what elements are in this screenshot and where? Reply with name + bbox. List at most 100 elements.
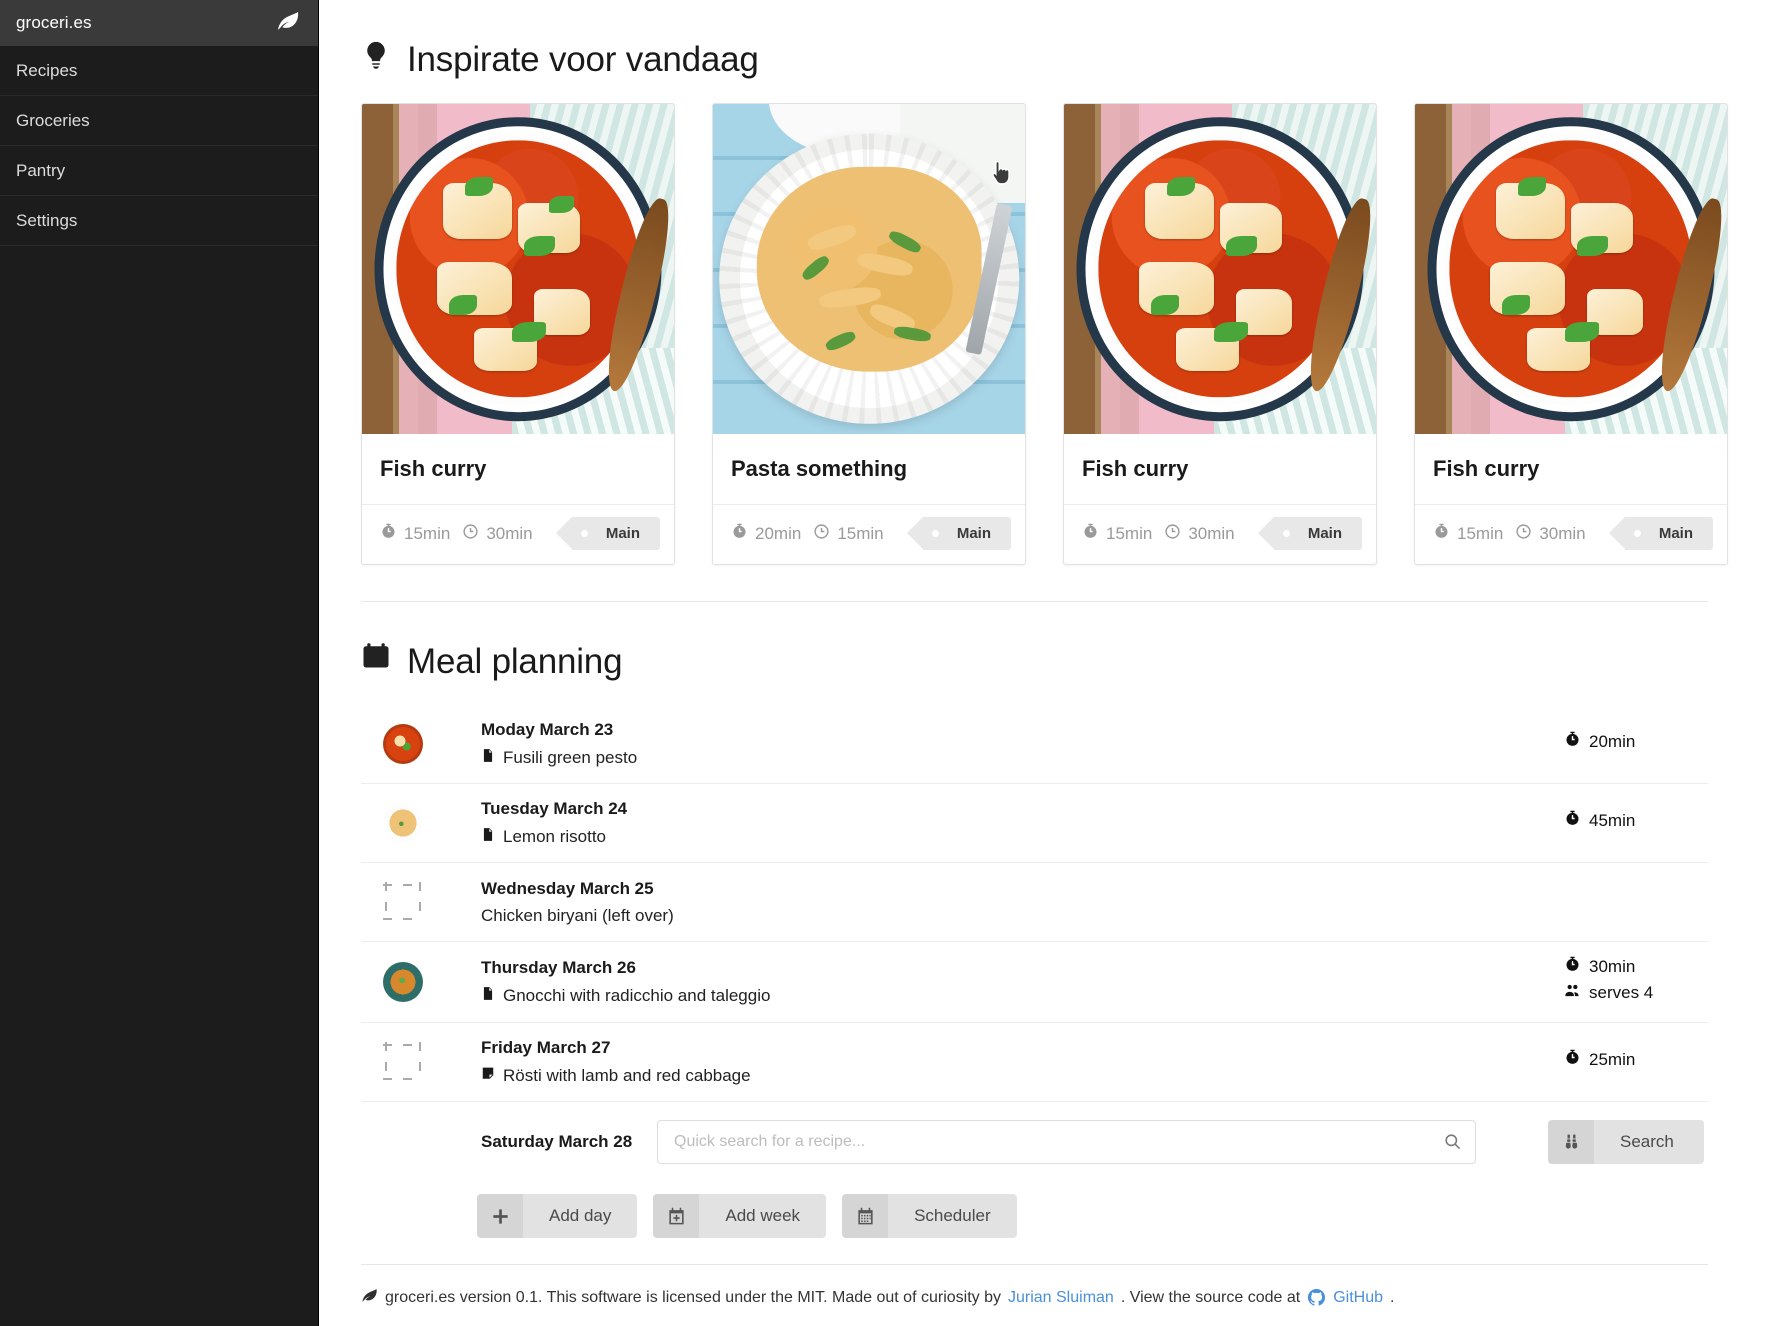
cook-time: 30min [1515, 523, 1586, 545]
app-root: groceri.es Recipes Groceries Pantry Sett… [0, 0, 1768, 1326]
inspiration-heading: Inspirate voor vandaag [361, 38, 1728, 81]
meal-thumbnail-placeholder [383, 882, 423, 922]
recipe-image [713, 104, 1025, 434]
meal-recipe-label: Gnocchi with radicchio and taleggio [503, 985, 771, 1005]
status-badge: Main [1257, 517, 1362, 550]
stopwatch-icon [1082, 523, 1099, 545]
meal-time: 45min [1564, 810, 1704, 832]
sidebar-item-label: Pantry [16, 160, 66, 180]
prep-time-value: 20min [755, 523, 802, 543]
search-input[interactable] [657, 1120, 1476, 1164]
meal-time-value: 20min [1589, 732, 1636, 751]
document-icon [481, 747, 495, 769]
meal-planning-title: Meal planning [407, 641, 623, 681]
stopwatch-icon [380, 523, 397, 545]
meal-thumbnail [383, 724, 423, 764]
scheduler-button[interactable]: Scheduler [842, 1194, 1017, 1238]
footer-text-before: groceri.es version 0.1. This software is… [385, 1289, 1001, 1306]
meal-recipe-label: Fusili green pesto [503, 747, 638, 767]
meal-meta: 30min serves 4 [1564, 956, 1704, 1008]
sidebar-item-recipes[interactable]: Recipes [0, 46, 318, 96]
meal-info: Wednesday March 25 Chicken biryani (left… [481, 879, 1564, 926]
search-button-label: Search [1620, 1132, 1674, 1151]
status-badge: Main [555, 517, 660, 550]
meal-recipe[interactable]: Lemon risotto [481, 826, 1564, 848]
meal-day: Wednesday March 25 [481, 878, 654, 898]
sidebar-item-pantry[interactable]: Pantry [0, 146, 318, 196]
table-row[interactable]: Tuesday March 24 Lemon risotto 45min [361, 784, 1708, 863]
prep-time: 20min [731, 523, 801, 545]
author-link[interactable]: Jurian Sluiman [1008, 1289, 1114, 1307]
meal-recipe-label: Chicken biryani (left over) [481, 905, 674, 925]
meal-recipe[interactable]: Chicken biryani (left over) [481, 906, 1564, 926]
table-row[interactable]: Moday March 23 Fusili green pesto 20min [361, 705, 1708, 784]
status-badge: Main [906, 517, 1011, 550]
meal-day: Tuesday March 24 [481, 798, 628, 818]
sidebar-item-groceries[interactable]: Groceries [0, 96, 318, 146]
calendar-icon [361, 640, 391, 683]
meal-time: 30min [1564, 956, 1704, 978]
github-icon [1307, 1288, 1326, 1308]
prep-time-value: 15min [404, 523, 451, 543]
stopwatch-icon [1564, 810, 1581, 832]
footer-text-after: . [1389, 1289, 1395, 1306]
recipe-card[interactable]: Fish curry 15min 30min Main [361, 103, 675, 565]
meal-time-value: 30min [1589, 957, 1636, 976]
cook-time-value: 30min [486, 523, 533, 543]
stopwatch-icon [1564, 956, 1581, 978]
cook-time: 30min [462, 523, 533, 545]
github-link[interactable]: GitHub [1333, 1289, 1383, 1307]
clock-icon [813, 523, 830, 545]
add-week-button[interactable]: Add week [653, 1194, 827, 1238]
meal-info: Thursday March 26 Gnocchi with radicchio… [481, 958, 1564, 1007]
sticky-note-icon [481, 1065, 495, 1087]
section-divider [361, 601, 1708, 602]
stopwatch-icon [1564, 1049, 1581, 1071]
scheduler-label: Scheduler [914, 1206, 991, 1225]
table-row[interactable]: Thursday March 26 Gnocchi with radicchio… [361, 942, 1708, 1023]
clock-icon [1515, 523, 1532, 545]
brand-name: groceri.es [16, 13, 92, 32]
meal-thumbnail-placeholder [383, 1042, 423, 1082]
meal-day: Friday March 27 [481, 1037, 611, 1057]
meal-recipe[interactable]: Gnocchi with radicchio and taleggio [481, 985, 1564, 1007]
recipe-card-footer: 20min 15min Main [713, 505, 1025, 564]
binoculars-icon [1548, 1120, 1594, 1164]
meal-planning-table: Moday March 23 Fusili green pesto 20min [361, 705, 1708, 1264]
recipe-card-footer: 15min 30min Main [1064, 505, 1376, 564]
table-row[interactable]: Wednesday March 25 Chicken biryani (left… [361, 863, 1708, 942]
table-row[interactable]: Friday March 27 Rösti with lamb and red … [361, 1023, 1708, 1102]
cook-time-value: 15min [837, 523, 884, 543]
calendar-grid-icon [842, 1194, 889, 1238]
meal-time-value: 45min [1589, 811, 1636, 830]
sidebar-item-settings[interactable]: Settings [0, 196, 318, 246]
document-icon [481, 826, 495, 848]
recipe-card[interactable]: Pasta something 20min 15min Main [712, 103, 1026, 565]
meal-info: Friday March 27 Rösti with lamb and red … [481, 1038, 1564, 1087]
sidebar-item-label: Settings [16, 210, 78, 230]
plus-icon [477, 1194, 523, 1238]
search-field-wrapper [657, 1120, 1476, 1164]
prep-time: 15min [1082, 523, 1152, 545]
prep-time-value: 15min [1457, 523, 1504, 543]
stopwatch-icon [1564, 731, 1581, 753]
recipe-card[interactable]: Fish curry 15min 30min Main [1063, 103, 1377, 565]
meal-recipe[interactable]: Rösti with lamb and red cabbage [481, 1065, 1564, 1087]
brand-header[interactable]: groceri.es [0, 0, 318, 46]
meal-recipe-label: Lemon risotto [503, 826, 606, 846]
meal-recipe[interactable]: Fusili green pesto [481, 747, 1564, 769]
meal-thumbnail [383, 962, 423, 1002]
stopwatch-icon [731, 523, 748, 545]
status-badge: Main [1608, 517, 1713, 550]
cook-time: 15min [813, 523, 884, 545]
meal-serves-value: serves 4 [1589, 983, 1654, 1002]
add-day-button[interactable]: Add day [477, 1194, 638, 1238]
meal-planning-actions: Add day Add week Scheduler [361, 1182, 1708, 1264]
search-button[interactable]: Search [1548, 1120, 1704, 1164]
add-day-label: Add day [549, 1206, 612, 1225]
recipe-image [362, 104, 674, 434]
meal-info: Moday March 23 Fusili green pesto [481, 720, 1564, 769]
recipe-card[interactable]: Fish curry 15min 30min Main [1414, 103, 1728, 565]
stopwatch-icon [1433, 523, 1450, 545]
meal-meta: 25min [1564, 1049, 1704, 1075]
